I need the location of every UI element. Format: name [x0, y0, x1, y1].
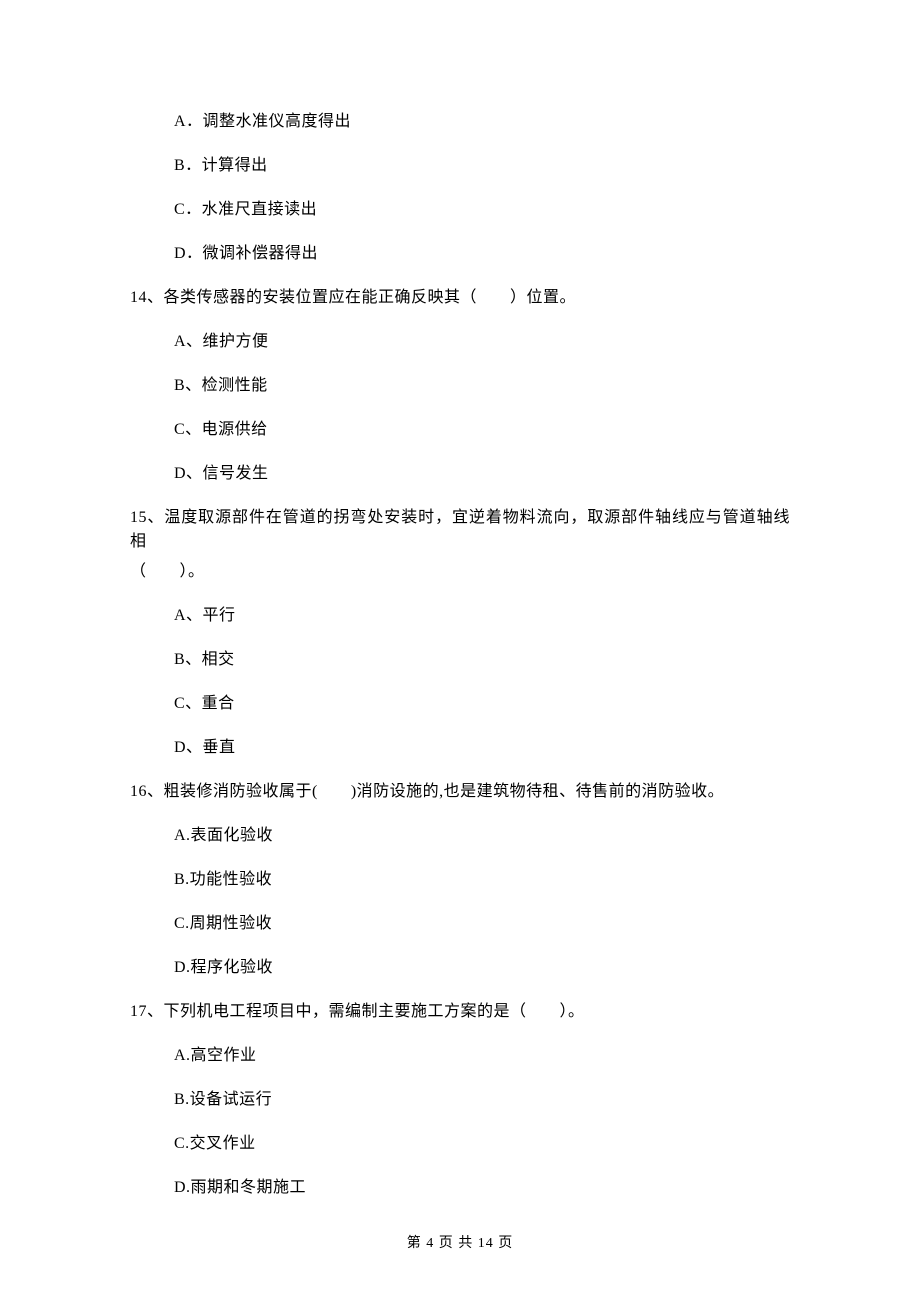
q13-continued-options: A．调整水准仪高度得出 B．计算得出 C．水准尺直接读出 D．微调补偿器得出: [130, 110, 790, 266]
q16-options: A.表面化验收 B.功能性验收 C.周期性验收 D.程序化验收: [130, 824, 790, 980]
q14-options: A、维护方便 B、检测性能 C、电源供给 D、信号发生: [130, 330, 790, 486]
q16-stem: 16、粗装修消防验收属于( )消防设施的,也是建筑物待租、待售前的消防验收。: [130, 780, 790, 804]
q14-option-c: C、电源供给: [174, 418, 790, 442]
q13-option-b: B．计算得出: [174, 154, 790, 178]
q17-option-c: C.交叉作业: [174, 1132, 790, 1156]
q17-options: A.高空作业 B.设备试运行 C.交叉作业 D.雨期和冬期施工: [130, 1044, 790, 1200]
q17-stem: 17、下列机电工程项目中，需编制主要施工方案的是（ ）。: [130, 1000, 790, 1024]
q16-option-c: C.周期性验收: [174, 912, 790, 936]
q14-option-a: A、维护方便: [174, 330, 790, 354]
q14-option-d: D、信号发生: [174, 462, 790, 486]
q17-option-a: A.高空作业: [174, 1044, 790, 1068]
q13-option-d: D．微调补偿器得出: [174, 242, 790, 266]
q14-option-b: B、检测性能: [174, 374, 790, 398]
q15-option-a: A、平行: [174, 604, 790, 628]
q13-option-c: C．水准尺直接读出: [174, 198, 790, 222]
q16-option-a: A.表面化验收: [174, 824, 790, 848]
q15-stem-line2: （ ）。: [130, 560, 790, 584]
q16-option-b: B.功能性验收: [174, 868, 790, 892]
q16-option-d: D.程序化验收: [174, 956, 790, 980]
q13-option-a: A．调整水准仪高度得出: [174, 110, 790, 134]
q15-option-b: B、相交: [174, 648, 790, 672]
q17-option-b: B.设备试运行: [174, 1088, 790, 1112]
q15-options: A、平行 B、相交 C、重合 D、垂直: [130, 604, 790, 760]
page-footer: 第 4 页 共 14 页: [0, 1233, 920, 1254]
q14-stem: 14、各类传感器的安装位置应在能正确反映其（ ）位置。: [130, 286, 790, 310]
q15-option-d: D、垂直: [174, 736, 790, 760]
q15-option-c: C、重合: [174, 692, 790, 716]
q15-stem-line1: 15、温度取源部件在管道的拐弯处安装时，宜逆着物料流向，取源部件轴线应与管道轴线…: [130, 506, 790, 554]
q17-option-d: D.雨期和冬期施工: [174, 1176, 790, 1200]
